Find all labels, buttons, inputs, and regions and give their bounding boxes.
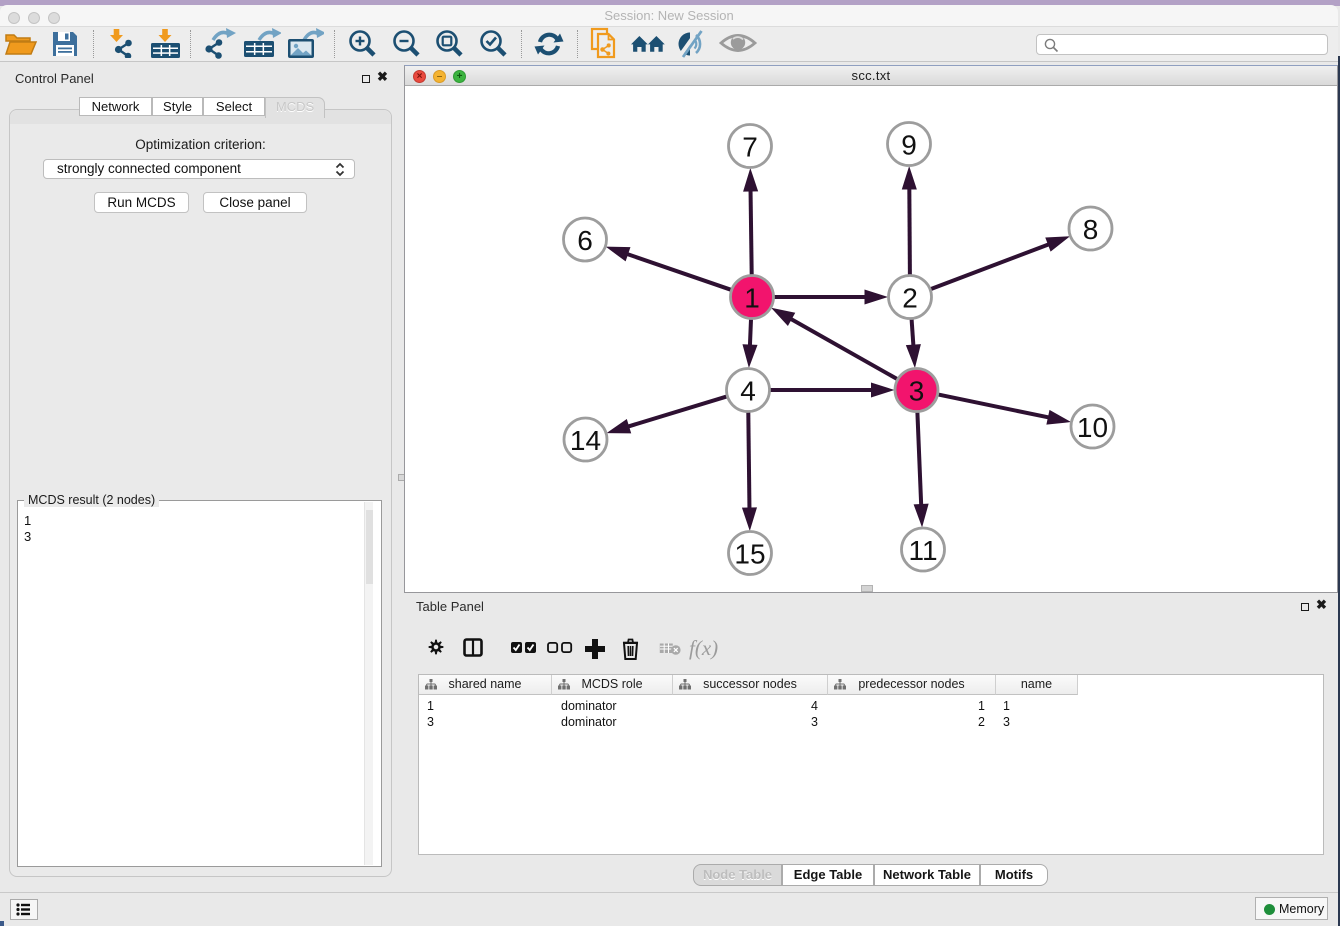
svg-text:14: 14 — [570, 425, 601, 456]
svg-text:11: 11 — [908, 535, 937, 566]
svg-text:10: 10 — [1077, 412, 1108, 443]
svg-text:8: 8 — [1083, 214, 1099, 245]
svg-text:15: 15 — [734, 539, 765, 570]
svg-text:7: 7 — [742, 132, 758, 163]
svg-text:6: 6 — [577, 225, 593, 256]
svg-text:2: 2 — [902, 283, 918, 314]
svg-text:9: 9 — [901, 130, 917, 161]
svg-text:1: 1 — [744, 283, 760, 314]
svg-text:4: 4 — [740, 376, 756, 407]
svg-text:3: 3 — [909, 376, 925, 407]
